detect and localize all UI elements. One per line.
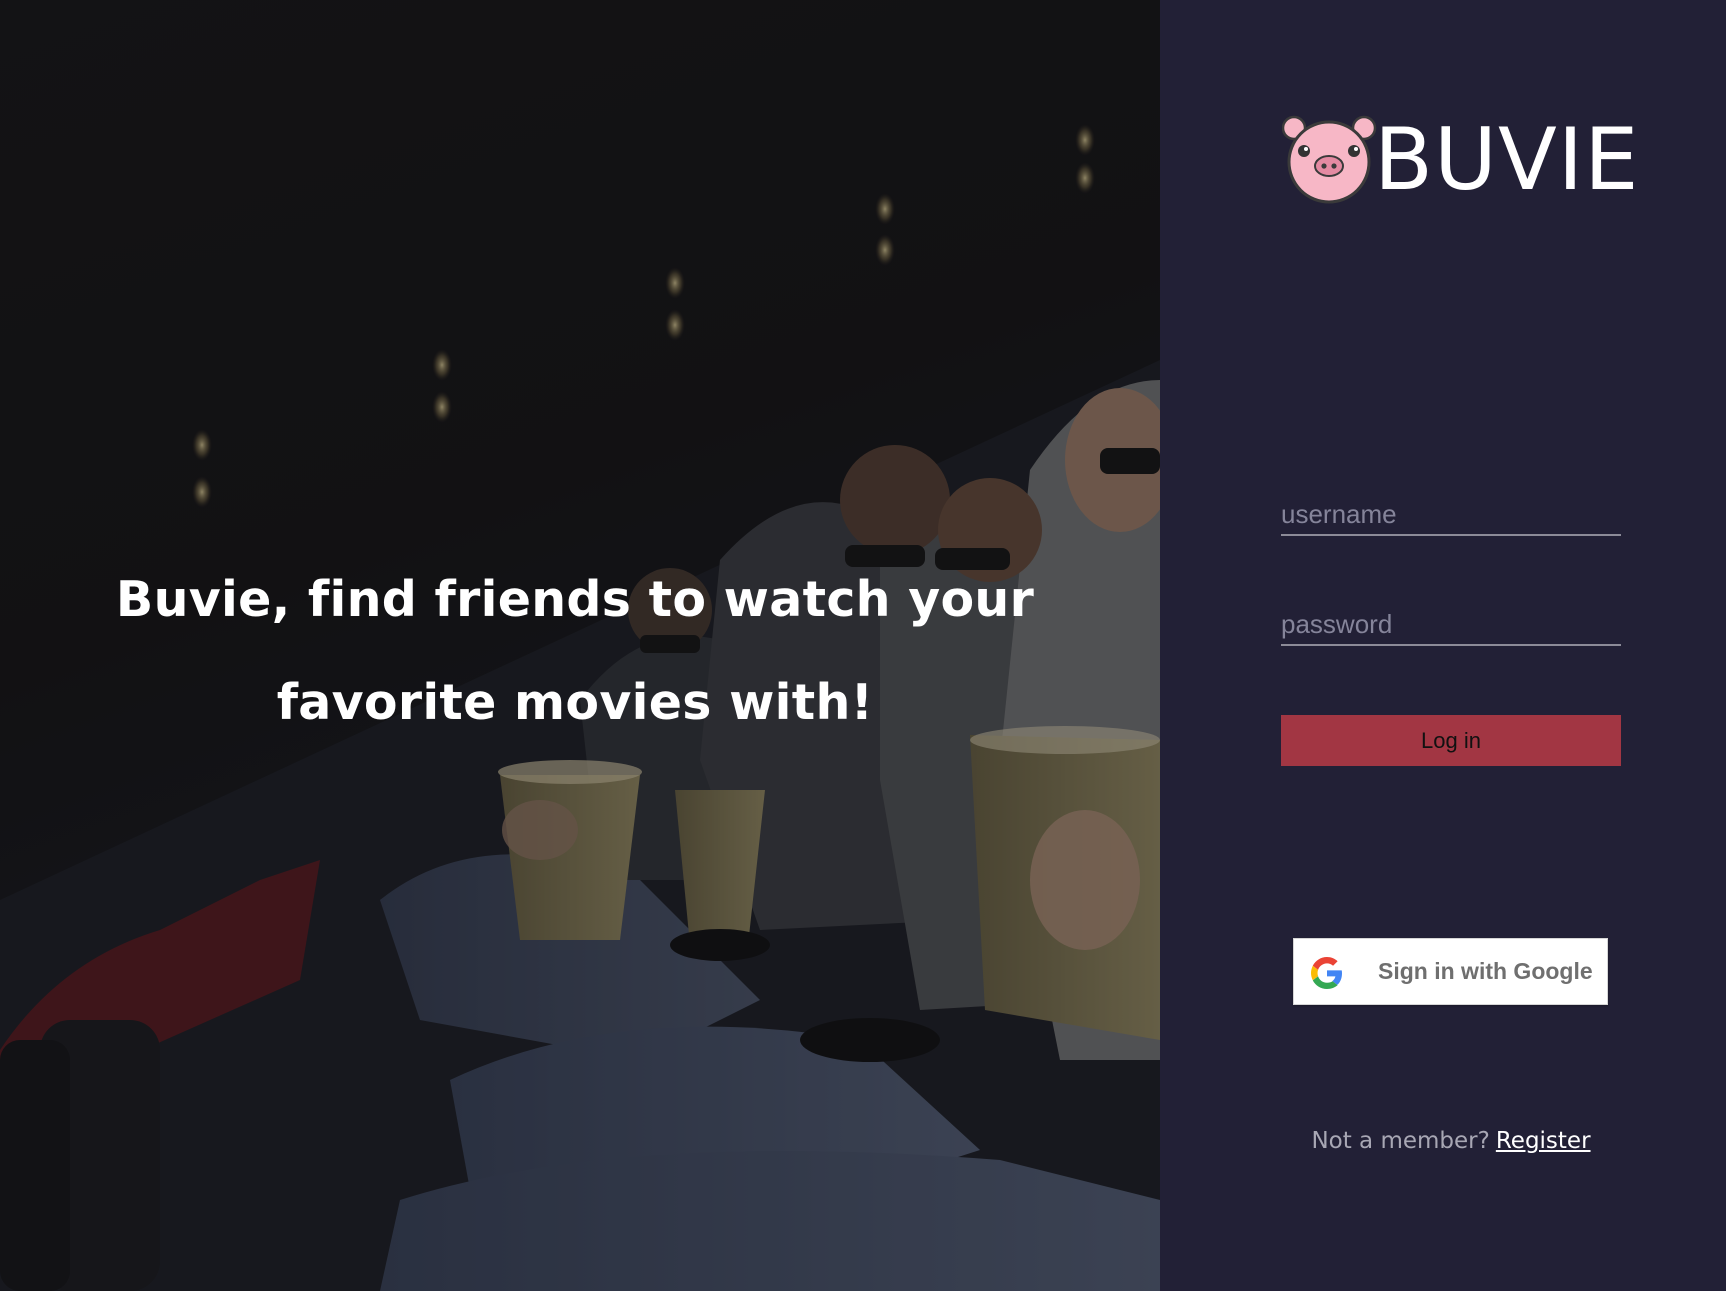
register-link[interactable]: Register <box>1496 1128 1591 1154</box>
tagline-line-2: favorite movies with! <box>276 674 874 731</box>
hero-image: Buvie, find friends to watch your favori… <box>0 0 1160 1291</box>
not-member-text: Not a member? <box>1311 1128 1490 1154</box>
brand-name: BUVIE <box>1374 110 1640 210</box>
pig-face-icon <box>1282 115 1377 204</box>
google-signin-label: Sign in with Google <box>1378 958 1593 984</box>
google-signin-button[interactable]: Sign in with Google <box>1293 938 1608 1005</box>
hero-tagline: Buvie, find friends to watch your favori… <box>80 548 1070 754</box>
login-button[interactable]: Log in <box>1281 715 1621 766</box>
password-input[interactable] <box>1281 606 1621 646</box>
username-input[interactable] <box>1281 496 1621 536</box>
register-prompt: Not a member? Register <box>1160 1128 1726 1154</box>
google-g-icon <box>1311 957 1342 989</box>
login-panel: BUVIE Log in Sign in with Google Not a m… <box>1160 0 1726 1291</box>
brand-logo: BUVIE <box>1282 110 1638 210</box>
tagline-line-1: Buvie, find friends to watch your <box>115 571 1035 628</box>
